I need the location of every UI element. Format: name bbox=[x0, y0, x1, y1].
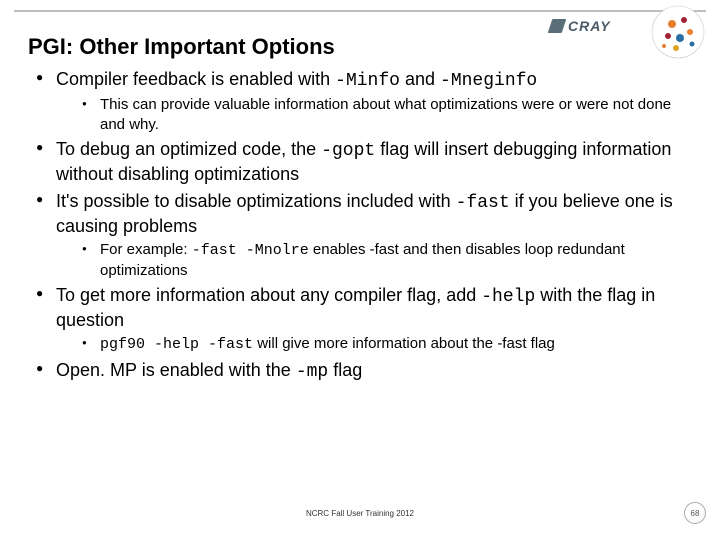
code-span: -Mneginfo bbox=[440, 71, 537, 91]
code-span: -fast -Mnolre bbox=[192, 242, 309, 259]
sub-bullet-text: will give more information about the -fa… bbox=[253, 335, 555, 352]
slide: CRAY PGI: Other Important Options Compil… bbox=[0, 0, 720, 540]
sub-bullet-text: For example: bbox=[100, 241, 192, 258]
code-span: -fast bbox=[456, 193, 510, 213]
sub-bullet-item: For example: -fast -Mnolre enables -fast… bbox=[82, 240, 692, 280]
bullet-text: It's possible to disable optimizations i… bbox=[56, 191, 456, 211]
bullet-text: Open. MP is enabled with the bbox=[56, 360, 296, 380]
code-span: -Minfo bbox=[335, 71, 400, 91]
code-span: pgf90 -help -fast bbox=[100, 336, 253, 353]
bullet-text: To debug an optimized code, the bbox=[56, 139, 321, 159]
sub-bullet-item: This can provide valuable information ab… bbox=[82, 95, 692, 134]
bullet-item: It's possible to disable optimizations i… bbox=[36, 190, 692, 280]
bullet-text: flag bbox=[328, 360, 362, 380]
code-span: -mp bbox=[296, 362, 328, 382]
page-number: 68 bbox=[684, 502, 706, 524]
bullet-item: Compiler feedback is enabled with -Minfo… bbox=[36, 68, 692, 134]
bullet-item: Open. MP is enabled with the -mp flag bbox=[36, 359, 692, 384]
logo-mark bbox=[548, 19, 567, 33]
top-divider bbox=[14, 10, 706, 12]
bullet-item: To get more information about any compil… bbox=[36, 284, 692, 355]
sub-bullet-text: This can provide valuable information ab… bbox=[100, 96, 671, 133]
bullet-list: Compiler feedback is enabled with -Minfo… bbox=[28, 68, 692, 384]
decorative-orb-icon bbox=[650, 4, 706, 60]
cray-logo: CRAY bbox=[550, 18, 611, 34]
bullet-item: To debug an optimized code, the -gopt fl… bbox=[36, 138, 692, 186]
bullet-text: and bbox=[400, 69, 440, 89]
logo-text: CRAY bbox=[568, 18, 611, 34]
footer-text: NCRC Fall User Training 2012 bbox=[0, 509, 720, 518]
code-span: -help bbox=[481, 287, 535, 307]
brand-block: CRAY bbox=[550, 14, 700, 54]
code-span: -gopt bbox=[321, 141, 375, 161]
bullet-text: To get more information about any compil… bbox=[56, 285, 481, 305]
sub-bullet-item: pgf90 -help -fast will give more informa… bbox=[82, 334, 692, 355]
bullet-text: Compiler feedback is enabled with bbox=[56, 69, 335, 89]
